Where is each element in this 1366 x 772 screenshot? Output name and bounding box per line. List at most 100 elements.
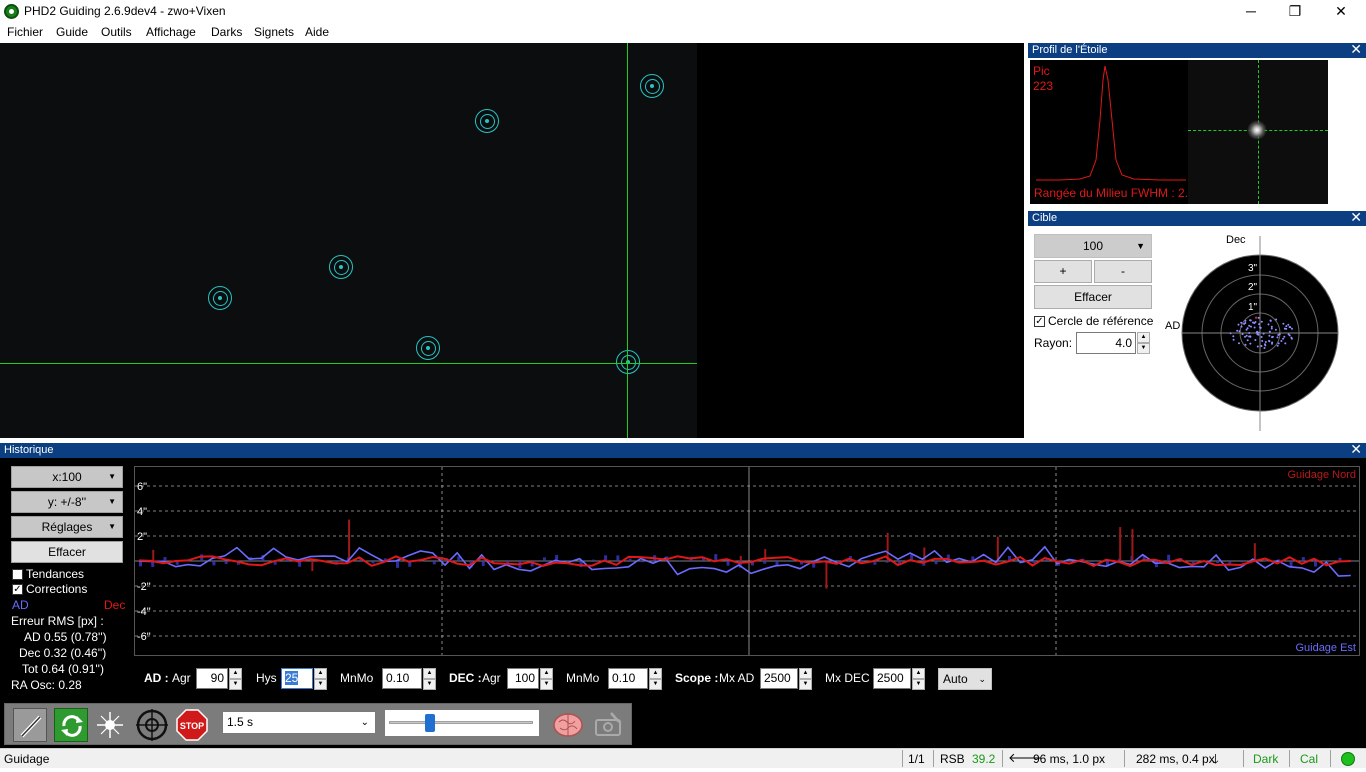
menu-signets[interactable]: Signets	[254, 25, 294, 39]
target-point	[1272, 336, 1274, 338]
target-panel: Cible ✕ 100 ▼ + - Effacer ✓ Cercle de ré…	[1028, 211, 1366, 438]
star-zoom-view	[1188, 60, 1328, 204]
y-tick-label: 4"	[137, 506, 147, 518]
target-point	[1242, 333, 1244, 335]
target-point	[1261, 345, 1263, 347]
guide-crosshair-icon[interactable]	[135, 708, 169, 742]
settings-dropdown[interactable]: Réglages▼	[11, 516, 123, 538]
ra-agr-up-arrow[interactable]: ▲	[229, 668, 242, 679]
auto-select-star-icon[interactable]	[95, 708, 129, 742]
loop-exposure-icon[interactable]	[54, 708, 88, 742]
hys-down-arrow[interactable]: ▼	[314, 679, 327, 690]
menu-outils[interactable]: Outils	[101, 25, 132, 39]
gamma-slider[interactable]	[385, 710, 539, 736]
target-point	[1248, 332, 1250, 334]
zoom-out-button[interactable]: -	[1094, 260, 1152, 283]
target-scale-dropdown[interactable]: 100 ▼	[1034, 234, 1152, 258]
camera-image-area[interactable]	[0, 43, 1024, 438]
ra-agr-down-arrow[interactable]: ▼	[229, 679, 242, 690]
target-header: Cible ✕	[1028, 211, 1366, 226]
menu-darks[interactable]: Darks	[211, 25, 242, 39]
target-scale-value: 100	[1083, 239, 1103, 253]
target-point	[1291, 338, 1293, 340]
target-point	[1249, 335, 1251, 337]
dec-aggressiveness-input[interactable]: 100	[507, 668, 539, 689]
target-point	[1284, 342, 1286, 344]
star-profile-plot: Pic 223 Rangée du Milieu FWHM : 2.	[1030, 60, 1188, 204]
radius-down-arrow[interactable]: ▼	[1137, 343, 1150, 354]
target-point	[1264, 347, 1266, 349]
slider-thumb[interactable]	[425, 714, 435, 732]
stop-icon[interactable]: STOP	[175, 708, 209, 742]
ra-mnmo-down-arrow[interactable]: ▼	[423, 679, 436, 690]
history-clear-button[interactable]: Effacer	[11, 541, 123, 563]
max-ra-down-arrow[interactable]: ▼	[799, 679, 812, 690]
max-dec-duration-input[interactable]: 2500	[873, 668, 911, 689]
star-profile-panel: Profil de l'Étoile ✕ Pic 223 Rangée du M…	[1028, 43, 1366, 206]
max-ra-up-arrow[interactable]: ▲	[799, 668, 812, 679]
max-dec-up-arrow[interactable]: ▲	[912, 668, 925, 679]
close-window-button[interactable]: ✕	[1318, 0, 1364, 23]
menu-aide[interactable]: Aide	[305, 25, 329, 39]
menu-guide[interactable]: Guide	[56, 25, 88, 39]
ring-label: 4"	[1248, 242, 1258, 253]
target-point	[1282, 338, 1284, 340]
ra-min-move-input[interactable]: 0.10	[382, 668, 422, 689]
divider	[933, 750, 934, 767]
ra-correction-bar	[1302, 557, 1305, 561]
dec-mnmo-up-arrow[interactable]: ▲	[649, 668, 662, 679]
crosshair-vertical	[627, 43, 628, 438]
close-icon[interactable]: ✕	[1350, 210, 1362, 225]
menu-affichage[interactable]: Affichage	[146, 25, 196, 39]
guide-star-marker[interactable]	[616, 350, 640, 374]
dec-min-move-input[interactable]: 0.10	[608, 668, 648, 689]
dec-mnmo-down-arrow[interactable]: ▼	[649, 679, 662, 690]
corrections-checkbox[interactable]: ✓	[12, 584, 23, 595]
camera-settings-icon[interactable]	[591, 708, 625, 742]
reference-circle-label: Cercle de référence	[1048, 314, 1153, 328]
brain-settings-icon[interactable]	[551, 708, 585, 742]
radius-input[interactable]: 4.0	[1076, 332, 1136, 354]
reference-circle-checkbox[interactable]: ✓	[1034, 316, 1045, 327]
dec-mode-dropdown[interactable]: Auto⌄	[938, 668, 992, 690]
history-graph[interactable]: 6"4"2"-2"-4"-6" Guidage Nord Guidage Est	[134, 466, 1360, 656]
x-scale-value: x:100	[52, 470, 81, 484]
minimize-button[interactable]: ─	[1228, 0, 1274, 23]
hys-label: Hys	[256, 671, 277, 685]
target-clear-button[interactable]: Effacer	[1034, 285, 1152, 309]
close-icon[interactable]: ✕	[1350, 442, 1362, 457]
ra-mnmo-up-arrow[interactable]: ▲	[423, 668, 436, 679]
dec-agr-up-arrow[interactable]: ▲	[540, 668, 553, 679]
star-marker[interactable]	[416, 336, 440, 360]
target-point	[1285, 325, 1287, 327]
target-point	[1238, 342, 1240, 344]
maximize-button[interactable]: ❐	[1272, 0, 1318, 23]
star-marker[interactable]	[475, 109, 499, 133]
star-marker[interactable]	[208, 286, 232, 310]
ra-aggressiveness-input[interactable]: 90	[196, 668, 228, 689]
radius-up-arrow[interactable]: ▲	[1137, 332, 1150, 343]
connect-gear-icon[interactable]	[13, 708, 47, 742]
hysteresis-input[interactable]: 25	[281, 668, 313, 689]
star-marker[interactable]	[329, 255, 353, 279]
target-point	[1257, 346, 1259, 348]
max-ra-duration-input[interactable]: 2500	[760, 668, 798, 689]
zoom-in-button[interactable]: +	[1034, 260, 1092, 283]
trends-label: Tendances	[26, 567, 84, 581]
dec-agr-down-arrow[interactable]: ▼	[540, 679, 553, 690]
exposure-duration-dropdown[interactable]: 1.5 s ⌄	[222, 711, 376, 734]
menu-fichier[interactable]: Fichier	[7, 25, 43, 39]
camera-frame[interactable]	[0, 43, 697, 438]
y-scale-dropdown[interactable]: y: +/-8''▼	[11, 491, 123, 513]
x-scale-dropdown[interactable]: x:100▼	[11, 466, 123, 488]
target-point	[1250, 326, 1252, 328]
ra-correction-bar	[1314, 561, 1317, 567]
star-marker[interactable]	[640, 74, 664, 98]
star-profile-header: Profil de l'Étoile ✕	[1028, 43, 1366, 58]
max-dec-down-arrow[interactable]: ▼	[912, 679, 925, 690]
trends-checkbox[interactable]	[12, 569, 23, 580]
ra-correction-bar	[372, 561, 375, 563]
target-point	[1254, 339, 1256, 341]
close-icon[interactable]: ✕	[1350, 42, 1362, 57]
hys-up-arrow[interactable]: ▲	[314, 668, 327, 679]
